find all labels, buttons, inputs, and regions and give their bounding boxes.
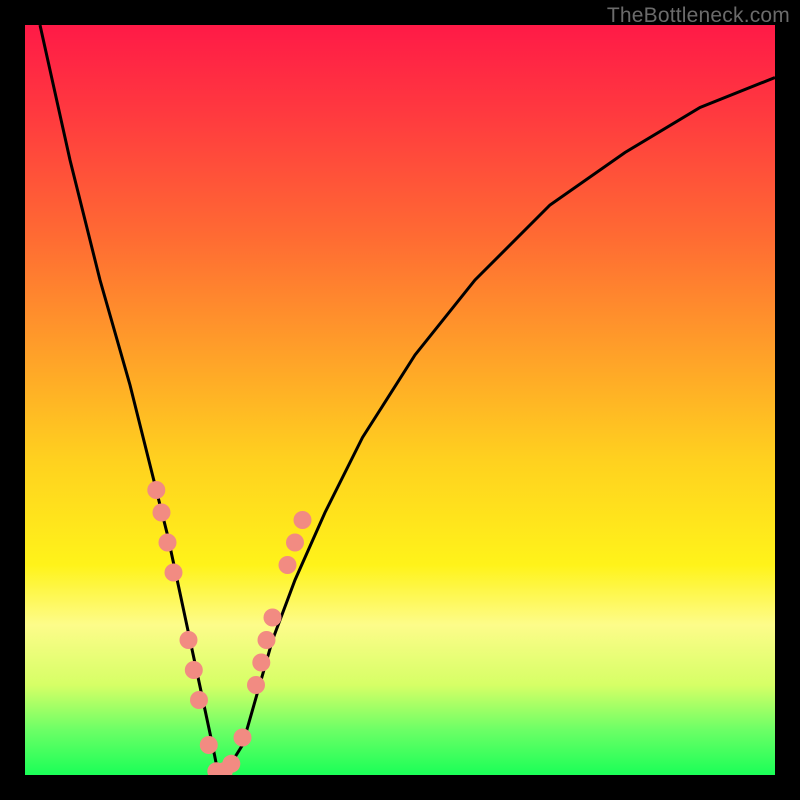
watermark-text: TheBottleneck.com — [607, 4, 790, 28]
data-marker — [294, 511, 312, 529]
bottleneck-curve — [40, 25, 775, 775]
plot-area — [25, 25, 775, 775]
data-marker — [222, 755, 240, 773]
data-marker — [279, 556, 297, 574]
data-marker — [286, 534, 304, 552]
data-marker — [147, 481, 165, 499]
data-marker — [258, 631, 276, 649]
data-marker — [190, 691, 208, 709]
data-marker — [185, 661, 203, 679]
marker-group — [147, 481, 311, 775]
data-marker — [153, 504, 171, 522]
curve-svg — [25, 25, 775, 775]
data-marker — [234, 729, 252, 747]
data-marker — [264, 609, 282, 627]
chart-frame: TheBottleneck.com — [0, 0, 800, 800]
data-marker — [252, 654, 270, 672]
data-marker — [180, 631, 198, 649]
data-marker — [165, 564, 183, 582]
data-marker — [200, 736, 218, 754]
data-marker — [247, 676, 265, 694]
data-marker — [159, 534, 177, 552]
